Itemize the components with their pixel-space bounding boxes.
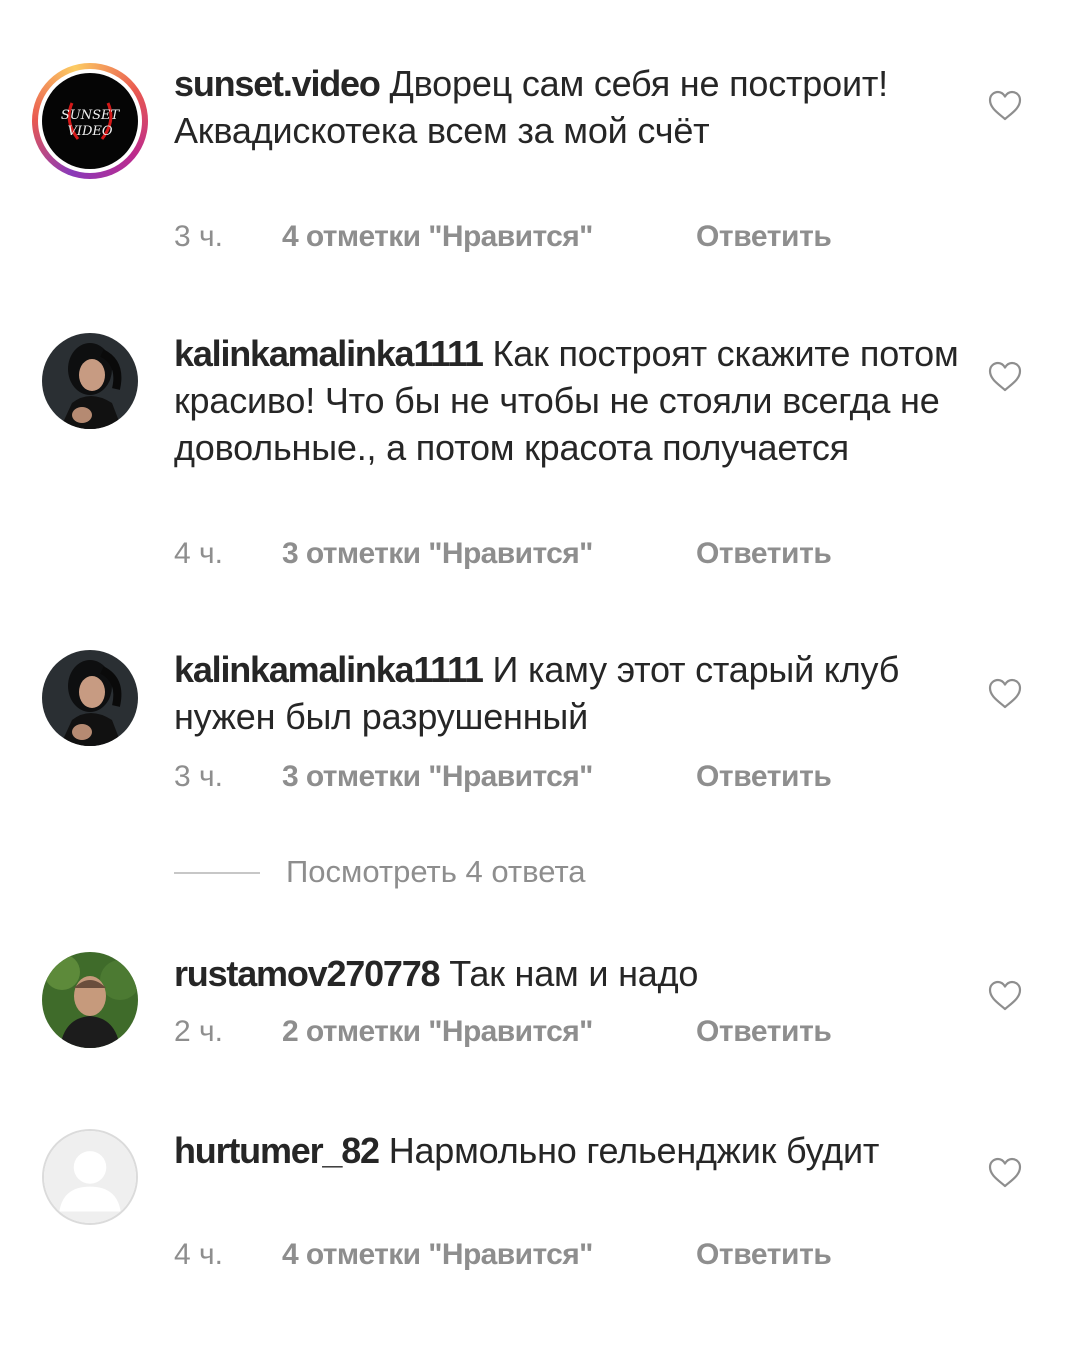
comment-text: kalinkamalinka1111 И каму этот старый кл…: [174, 646, 964, 740]
default-avatar-icon[interactable]: [42, 1129, 138, 1225]
reply-button[interactable]: Ответить: [696, 220, 832, 254]
likes-count-link[interactable]: 2 отметки "Нравится": [282, 1015, 593, 1049]
comment-text: kalinkamalinka1111 Как построят скажите …: [174, 330, 964, 471]
username-link[interactable]: kalinkamalinka1111: [174, 333, 484, 374]
comment-body: Нармольно гельенджик будит: [388, 1130, 880, 1171]
view-replies-button[interactable]: Посмотреть 4 ответа: [174, 852, 774, 896]
username-link[interactable]: sunset.video: [174, 63, 381, 104]
comment-text: sunset.video Дворец сам себя не построит…: [174, 60, 964, 154]
replies-divider: [174, 872, 260, 874]
comment-time: 4 ч.: [174, 1238, 223, 1271]
likes-count-link[interactable]: 3 отметки "Нравится": [282, 760, 593, 794]
username-link[interactable]: rustamov270778: [174, 953, 441, 994]
svg-text:SUNSET: SUNSET: [61, 108, 121, 123]
comment-text: hurtumer_82 Нармольно гельенджик будит: [174, 1127, 964, 1174]
comment-time: 2 ч.: [174, 1015, 223, 1048]
heart-outline-icon[interactable]: [988, 1157, 1022, 1189]
comment-time: 3 ч.: [174, 220, 223, 253]
username-link[interactable]: kalinkamalinka1111: [174, 649, 484, 690]
heart-outline-icon[interactable]: [988, 678, 1022, 710]
reply-button[interactable]: Ответить: [696, 1238, 832, 1272]
heart-outline-icon[interactable]: [988, 980, 1022, 1012]
username-link[interactable]: hurtumer_82: [174, 1130, 380, 1171]
reply-button[interactable]: Ответить: [696, 760, 832, 794]
user-photo-icon[interactable]: [42, 952, 138, 1048]
reply-button[interactable]: Ответить: [696, 1015, 832, 1049]
likes-count-link[interactable]: 4 отметки "Нравится": [282, 1238, 593, 1272]
heart-outline-icon[interactable]: [988, 90, 1022, 122]
comment-body: Так нам и надо: [449, 953, 699, 994]
user-photo-icon[interactable]: [42, 333, 138, 429]
sunset-video-logo-icon: SUNSET VIDEO: [42, 73, 138, 169]
comment-text: rustamov270778 Так нам и надо: [174, 950, 964, 997]
comment-time: 4 ч.: [174, 537, 223, 570]
heart-outline-icon[interactable]: [988, 361, 1022, 393]
user-photo-icon[interactable]: [42, 650, 138, 746]
likes-count-link[interactable]: 4 отметки "Нравится": [282, 220, 593, 254]
story-ring[interactable]: SUNSET VIDEO: [32, 63, 148, 179]
view-replies-label: Посмотреть 4 ответа: [286, 854, 586, 889]
likes-count-link[interactable]: 3 отметки "Нравится": [282, 537, 593, 571]
reply-button[interactable]: Ответить: [696, 537, 832, 571]
comment-time: 3 ч.: [174, 760, 223, 793]
svg-text:VIDEO: VIDEO: [67, 124, 112, 139]
